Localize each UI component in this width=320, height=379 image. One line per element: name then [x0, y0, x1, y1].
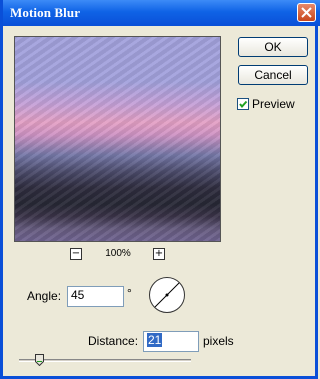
dialog-title: Motion Blur	[10, 5, 81, 20]
angle-label: Angle:	[27, 289, 62, 303]
angle-dial[interactable]	[149, 277, 185, 313]
preview-label: Preview	[252, 97, 295, 111]
distance-input[interactable]: 21	[143, 331, 199, 352]
preview-option[interactable]: Preview	[237, 97, 295, 111]
ok-button[interactable]: OK	[238, 37, 308, 57]
close-icon	[301, 7, 312, 18]
close-button[interactable]	[297, 3, 316, 22]
title-bar[interactable]: Motion Blur	[3, 0, 320, 26]
angle-input[interactable]: 45	[67, 286, 124, 307]
angle-unit: °	[127, 286, 132, 300]
distance-value: 21	[147, 333, 163, 347]
distance-slider-thumb[interactable]	[35, 354, 45, 367]
angle-dial-needle-icon	[154, 282, 180, 308]
blur-preview-image[interactable]	[14, 36, 221, 242]
distance-slider-track[interactable]	[19, 359, 191, 362]
distance-unit: pixels	[203, 334, 234, 348]
motion-blur-dialog: Motion Blur − 100% + OK Cancel Preview A…	[0, 0, 320, 379]
checkmark-icon	[239, 100, 248, 109]
preview-checkbox[interactable]	[237, 98, 249, 110]
zoom-level: 100%	[105, 248, 131, 259]
cancel-button[interactable]: Cancel	[238, 65, 308, 85]
zoom-out-button[interactable]: −	[70, 248, 82, 260]
zoom-in-button[interactable]: +	[153, 248, 165, 260]
distance-label: Distance:	[88, 334, 139, 348]
